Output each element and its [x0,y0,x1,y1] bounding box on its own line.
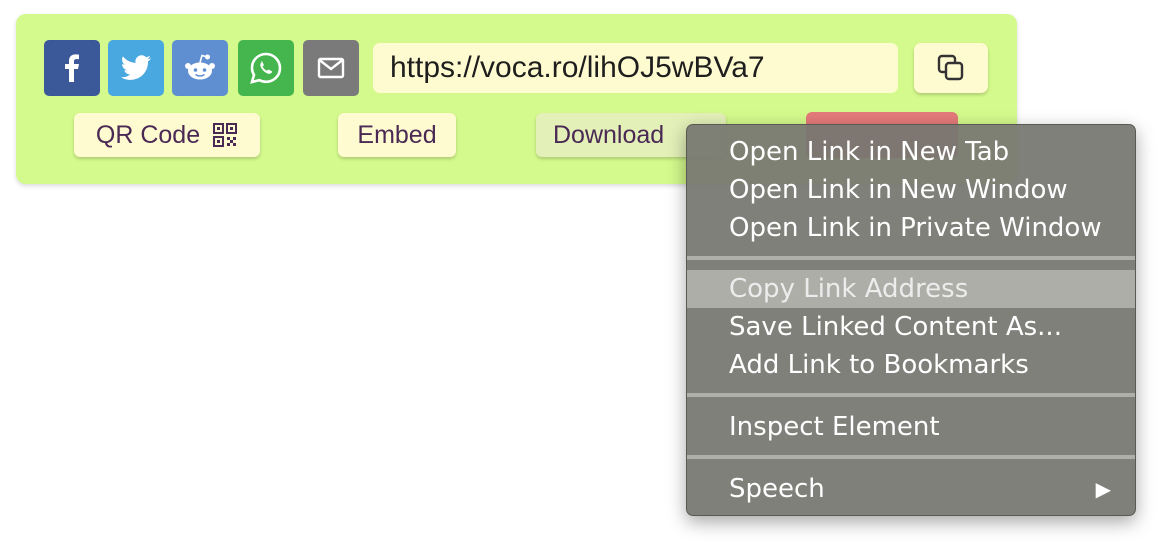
reddit-icon [185,54,215,80]
menu-item-speech-label: Speech [729,474,825,504]
menu-item-open-new-window[interactable]: Open Link in New Window [687,171,1135,209]
menu-item-add-bookmark[interactable]: Add Link to Bookmarks [687,346,1135,384]
mail-icon [317,57,345,79]
reddit-share-button[interactable] [172,40,228,96]
twitter-share-button[interactable] [108,40,164,96]
menu-item-open-new-tab[interactable]: Open Link in New Tab [687,133,1135,171]
menu-item-speech[interactable]: Speech ▶ [687,470,1135,508]
menu-item-copy-link-address[interactable]: Copy Link Address [687,270,1135,308]
download-label: Download [553,120,665,149]
embed-button[interactable]: Embed [338,113,456,157]
menu-item-save-linked-content[interactable]: Save Linked Content As... [687,308,1135,346]
menu-item-open-private-window[interactable]: Open Link in Private Window [687,209,1135,247]
qr-code-icon [213,123,238,147]
facebook-share-button[interactable] [44,40,100,96]
twitter-icon [120,55,152,80]
share-url-field[interactable]: https://voca.ro/lihOJ5wBVa7 [373,43,898,93]
menu-separator [687,256,1135,260]
menu-separator [687,455,1135,459]
facebook-icon [65,54,79,82]
embed-label: Embed [357,120,437,149]
context-menu: Open Link in New Tab Open Link in New Wi… [686,124,1136,516]
menu-item-inspect-element[interactable]: Inspect Element [687,408,1135,446]
whatsapp-icon [250,52,282,84]
copy-url-button[interactable] [914,43,988,93]
qr-code-button[interactable]: QR Code [74,113,260,157]
submenu-arrow-icon: ▶ [1095,477,1111,501]
qr-code-label: QR Code [95,120,201,149]
copy-icon [937,54,964,81]
email-share-button[interactable] [303,40,359,96]
menu-separator [687,393,1135,397]
whatsapp-share-button[interactable] [238,40,294,96]
